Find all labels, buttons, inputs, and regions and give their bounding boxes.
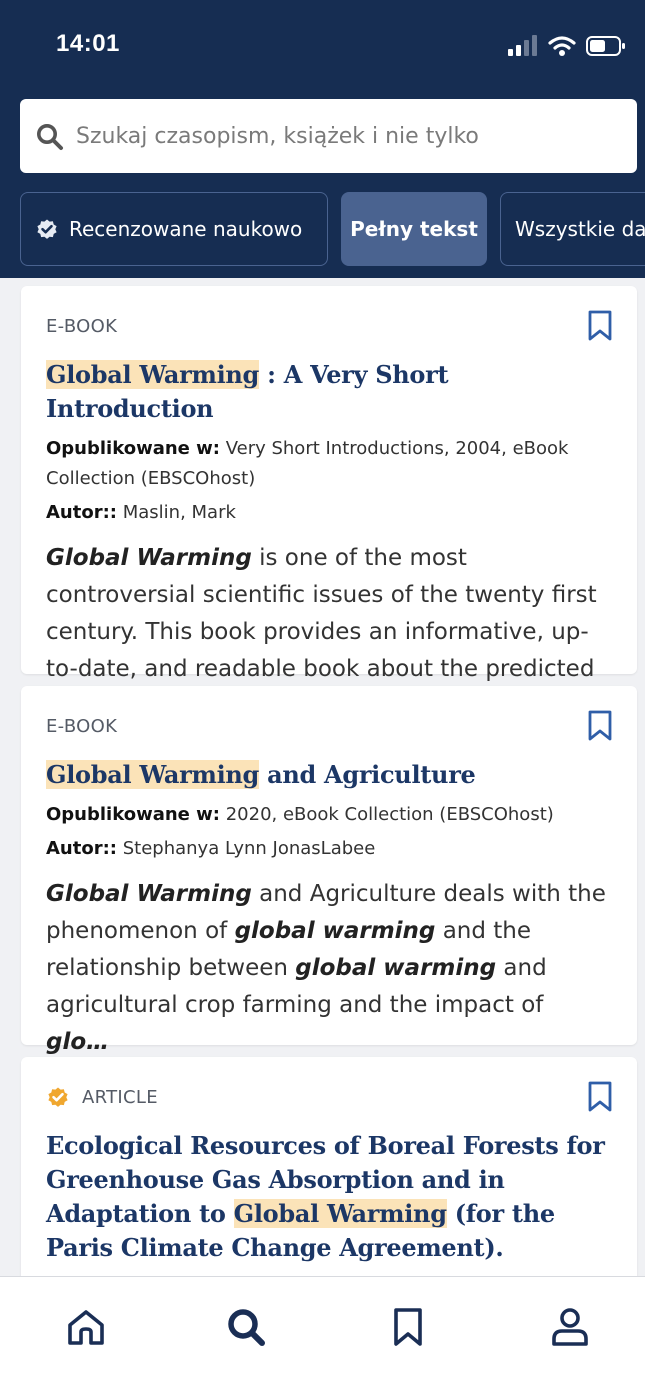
filter-chips: Recenzowane naukowo Pełny tekst Wszystki… (0, 192, 645, 266)
abstract-emphasis: Global Warming (46, 545, 252, 571)
status-icons (508, 35, 625, 56)
bookmark-icon (394, 1308, 422, 1346)
result-card[interactable]: ARTICLE Ecological Resources of Boreal F… (21, 1057, 637, 1276)
result-card[interactable]: E-BOOK Global Warming and Agriculture Op… (21, 686, 637, 1055)
abstract-emphasis: Global Warming (46, 881, 252, 907)
abstract-emphasis: glo… (46, 1029, 110, 1055)
result-published: Opublikowane w: Very Short Introductions… (46, 434, 611, 494)
result-published: Opublikowane w: 2020, eBook Collection (… (46, 800, 611, 830)
filter-peer-reviewed[interactable]: Recenzowane naukowo (20, 192, 328, 266)
filter-full-text-label: Pełny tekst (350, 217, 478, 241)
home-icon (68, 1310, 104, 1345)
bottom-nav (0, 1276, 645, 1394)
result-card[interactable]: E-BOOK Global Warming : A Very Short Int… (21, 286, 637, 719)
author-value: Stephanya Lynn JonasLabee (117, 838, 376, 859)
published-value: 2020, eBook Collection (EBSCOhost) (219, 804, 554, 825)
result-title[interactable]: Global Warming : A Very Short Introducti… (46, 358, 611, 426)
filter-all-dates-label: Wszystkie daty (515, 217, 645, 241)
published-label: Opublikowane w: (46, 804, 220, 825)
filter-all-dates[interactable]: Wszystkie daty (500, 192, 645, 266)
battery-icon (586, 36, 625, 56)
nav-saved[interactable] (378, 1305, 438, 1349)
result-abstract: Global Warming and Agriculture deals wit… (46, 876, 611, 1061)
title-highlight: Global Warming (46, 760, 260, 789)
signal-icon (508, 35, 537, 56)
filter-full-text[interactable]: Pełny tekst (341, 192, 487, 266)
title-text: and Agriculture (259, 760, 476, 789)
bookmark-icon[interactable] (587, 1081, 613, 1113)
title-highlight: Global Warming (233, 1199, 447, 1228)
nav-home[interactable] (56, 1305, 116, 1349)
result-author: Autor:: Maslin, Mark (46, 498, 611, 528)
wifi-icon (548, 36, 576, 56)
published-label: Opublikowane w: (46, 438, 220, 459)
abstract-emphasis: global warming (295, 955, 497, 981)
search-icon (228, 1309, 265, 1346)
author-value: Maslin, Mark (117, 502, 236, 523)
bookmark-icon[interactable] (587, 710, 613, 742)
status-bar: 14:01 (0, 0, 645, 90)
abstract-emphasis: global warming (234, 918, 436, 944)
result-type: E-BOOK (46, 715, 118, 737)
result-type: ARTICLE (82, 1086, 158, 1108)
search-input[interactable] (76, 113, 616, 159)
result-type-row: ARTICLE (46, 1085, 611, 1109)
result-author: Autor:: Stephanya Lynn JonasLabee (46, 834, 611, 864)
verified-badge-icon (48, 1087, 68, 1107)
result-title[interactable]: Ecological Resources of Boreal Forests f… (46, 1129, 611, 1265)
bookmark-icon[interactable] (587, 310, 613, 342)
nav-search[interactable] (216, 1305, 276, 1349)
title-highlight: Global Warming (46, 360, 260, 389)
nav-profile[interactable] (540, 1305, 600, 1349)
status-time: 14:01 (56, 30, 120, 57)
filter-peer-reviewed-label: Recenzowane naukowo (69, 217, 303, 241)
result-type: E-BOOK (46, 315, 118, 337)
app-header: 14:01 Szukaj czasopism, książek i nie ty… (0, 0, 645, 278)
author-label: Autor:: (46, 502, 117, 523)
results-list: E-BOOK Global Warming : A Very Short Int… (0, 278, 645, 1276)
author-label: Autor:: (46, 838, 117, 859)
result-type-row: E-BOOK (46, 314, 611, 338)
search-icon (37, 124, 63, 150)
result-title[interactable]: Global Warming and Agriculture (46, 758, 611, 792)
verified-badge-icon (37, 219, 57, 239)
search-bar[interactable] (20, 99, 637, 173)
result-type-row: E-BOOK (46, 714, 611, 738)
profile-icon (552, 1308, 588, 1346)
